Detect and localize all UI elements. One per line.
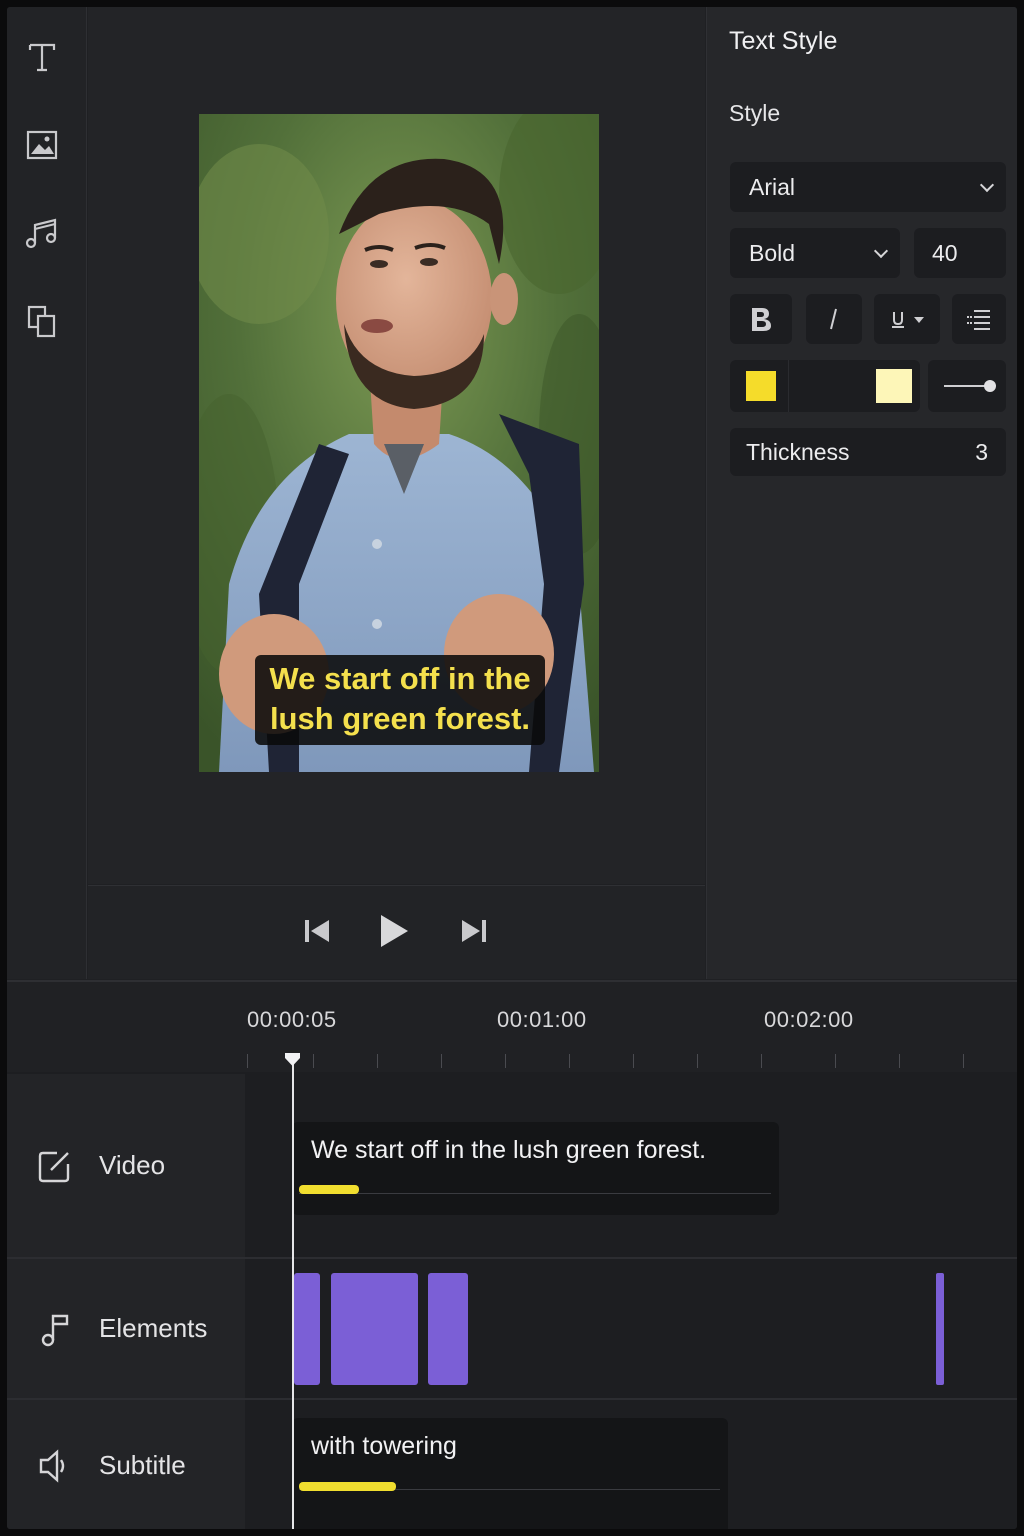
timeline: 00:00:05 00:01:00 00:02:00 Video We star… [7, 980, 1017, 1529]
skip-forward-icon [462, 920, 486, 942]
element-marker[interactable] [936, 1273, 944, 1385]
style-section-label: Style [729, 100, 781, 126]
ruler-tick [633, 1054, 634, 1068]
element-clip[interactable] [294, 1273, 320, 1385]
ruler-tick [569, 1054, 570, 1068]
thickness-control[interactable]: Thickness 3 [730, 428, 1006, 476]
track-label-text: Video [99, 1150, 166, 1180]
element-clip[interactable] [331, 1273, 418, 1385]
track-label-video[interactable]: Video [7, 1074, 245, 1257]
chevron-down-icon [979, 177, 995, 193]
video-editor-window: We start off in the lush green forest. T… [7, 7, 1017, 1529]
preview-area: We start off in the lush green forest. [88, 7, 705, 884]
play-button[interactable] [377, 912, 411, 955]
track-label-text: Elements [99, 1313, 208, 1343]
ruler-tick [835, 1054, 836, 1068]
divider [788, 360, 789, 412]
playhead-handle-icon[interactable] [284, 1052, 301, 1067]
font-weight-dropdown[interactable]: Bold [730, 228, 900, 278]
caption-line-2: lush green forest. [269, 701, 531, 736]
ruler-tick [697, 1054, 698, 1068]
element-clip[interactable] [428, 1273, 468, 1385]
ruler-tick [505, 1054, 506, 1068]
track-label-subtitle[interactable]: Subtitle [7, 1400, 245, 1529]
skip-back-button[interactable] [302, 916, 332, 951]
track-label-elements[interactable]: Elements [7, 1259, 245, 1398]
ruler-tick [313, 1054, 314, 1068]
edit-square-icon [38, 1151, 70, 1182]
stroke-width-slider[interactable] [928, 360, 1006, 412]
font-family-dropdown[interactable]: Arial [730, 162, 1006, 212]
playback-controls [88, 885, 705, 979]
music-note-icon [41, 1314, 69, 1346]
thickness-label: Thickness [746, 438, 850, 465]
subtitle-clip[interactable]: with towering [292, 1418, 728, 1529]
image-tool-button[interactable] [24, 127, 60, 163]
ruler-tick [247, 1054, 248, 1068]
timecode-3: 00:02:00 [764, 1007, 854, 1032]
tool-rail [7, 7, 87, 979]
ruler-tick [899, 1054, 900, 1068]
outline-color-swatch[interactable] [876, 369, 912, 403]
layers-tool-button[interactable] [24, 303, 60, 339]
clip-progress-bar [299, 1185, 359, 1194]
slider-icon [944, 380, 996, 392]
video-preview[interactable]: We start off in the lush green forest. [199, 114, 599, 772]
font-size-value: 40 [932, 239, 958, 266]
timecode-1: 00:00:05 [247, 1007, 337, 1032]
caption-overlay[interactable]: We start off in the lush green forest. [255, 655, 545, 745]
playhead[interactable] [292, 1059, 294, 1529]
font-size-input[interactable]: 40 [914, 228, 1006, 278]
font-weight-value: Bold [749, 239, 796, 266]
thickness-value: 3 [975, 438, 988, 465]
text-tool-button[interactable] [24, 39, 60, 75]
underline-button[interactable] [874, 294, 940, 344]
list-icon [967, 310, 990, 330]
image-icon [26, 130, 58, 160]
ruler-tick [377, 1054, 378, 1068]
ruler-tick [761, 1054, 762, 1068]
speaker-icon [39, 1448, 65, 1483]
ruler-tick [441, 1054, 442, 1068]
caption-line-1: We start off in the [269, 661, 531, 696]
panel-title: Text Style [729, 27, 838, 55]
clip-text: We start off in the lush green forest. [311, 1136, 707, 1164]
clip-text: with towering [311, 1432, 457, 1460]
clip-progress-track [299, 1193, 771, 1194]
color-picker-row [730, 360, 920, 412]
video-text-clip[interactable]: We start off in the lush green forest. [292, 1122, 779, 1215]
list-button[interactable] [952, 294, 1006, 344]
music-tool-button[interactable] [24, 215, 60, 251]
underline-icon [892, 312, 924, 328]
bold-icon [752, 308, 771, 331]
clip-progress-bar [299, 1482, 396, 1491]
music-icon [25, 218, 57, 249]
fill-color-swatch[interactable] [746, 371, 776, 401]
chevron-down-icon [873, 243, 889, 259]
layers-icon [27, 305, 56, 338]
italic-icon [830, 308, 837, 330]
timecode-2: 00:01:00 [497, 1007, 587, 1032]
text-style-panel: Text Style Style Arial Bold 40 Thickness… [706, 7, 1017, 979]
font-family-value: Arial [749, 173, 796, 200]
ruler-tick [963, 1054, 964, 1068]
time-ruler[interactable]: 00:00:05 00:01:00 00:02:00 [7, 982, 1017, 1072]
skip-forward-button[interactable] [459, 916, 489, 951]
play-icon [381, 915, 408, 947]
skip-back-icon [305, 920, 329, 942]
track-label-text: Subtitle [99, 1450, 186, 1480]
bold-button[interactable] [730, 294, 792, 344]
italic-button[interactable] [806, 294, 862, 344]
text-icon [28, 43, 56, 72]
